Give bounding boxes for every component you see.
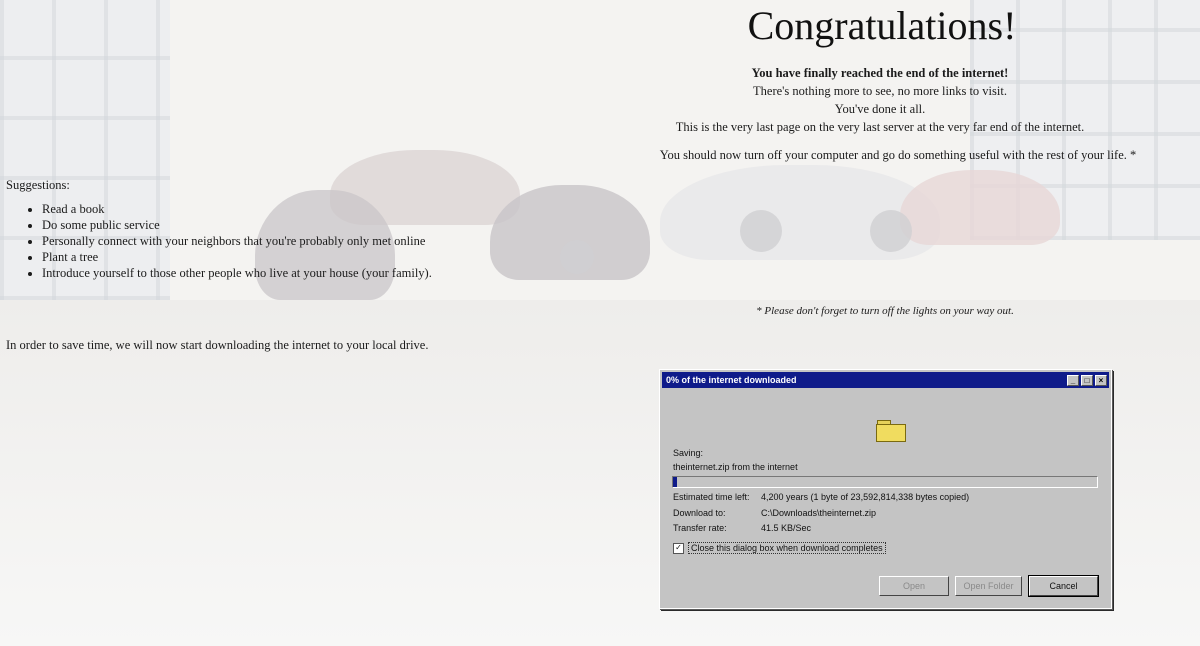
dialog-titlebar[interactable]: 0% of the internet downloaded _ □ × (662, 372, 1109, 388)
suggestions-label: Suggestions: (6, 178, 70, 192)
progress-fill (673, 477, 678, 487)
suggestions-section: Suggestions: Read a book Do some public … (6, 177, 432, 281)
intro-line-2: There's nothing more to see, no more lin… (753, 84, 1007, 98)
folder-icon (876, 420, 906, 442)
list-item: Personally connect with your neighbors t… (42, 233, 432, 249)
open-folder-button[interactable]: Open Folder (955, 576, 1022, 596)
close-button[interactable]: × (1095, 374, 1107, 386)
footnote: * Please don't forget to turn off the li… (756, 305, 1014, 317)
dialog-title: 0% of the internet downloaded (666, 375, 797, 385)
final-line: You should now turn off your computer an… (659, 148, 1137, 162)
progress-bar (672, 476, 1098, 488)
list-item: Read a book (42, 201, 432, 217)
saving-label: Saving: (673, 448, 704, 458)
list-item: Introduce yourself to those other people… (42, 265, 432, 281)
transfer-rate-value: 41.5 KB/Sec (761, 523, 812, 533)
download-to-label: Download to: (673, 508, 726, 518)
suggestions-list: Read a book Do some public service Perso… (6, 201, 432, 281)
saving-value: theinternet.zip from the internet (673, 462, 798, 472)
close-when-done-checkbox[interactable]: ✓ Close this dialog box when download co… (673, 542, 886, 554)
transfer-rate-row: Transfer rate: 41.5 KB/Sec (673, 523, 811, 533)
download-text: In order to save time, we will now start… (6, 338, 429, 352)
maximize-button[interactable]: □ (1081, 374, 1093, 386)
page-title: Congratulations! (747, 3, 1017, 48)
list-item: Do some public service (42, 217, 432, 233)
open-button[interactable]: Open (879, 576, 949, 596)
intro-line-1: You have finally reached the end of the … (751, 66, 1009, 80)
download-to-value: C:\Downloads\theinternet.zip (761, 508, 877, 518)
intro-line-4: This is the very last page on the very l… (675, 120, 1085, 134)
download-to-row: Download to: C:\Downloads\theinternet.zi… (673, 508, 876, 518)
estimated-time-value: 4,200 years (1 byte of 23,592,814,338 by… (761, 492, 970, 502)
intro-line-3: You've done it all. (834, 102, 926, 116)
minimize-button[interactable]: _ (1067, 374, 1079, 386)
cancel-button[interactable]: Cancel (1029, 576, 1098, 596)
checkbox-box[interactable]: ✓ (673, 542, 684, 554)
estimated-time-label: Estimated time left: (673, 492, 750, 502)
checkbox-label: Close this dialog box when download comp… (688, 542, 886, 554)
list-item: Plant a tree (42, 249, 432, 265)
intro-text: You have finally reached the end of the … (600, 64, 1160, 136)
transfer-rate-label: Transfer rate: (673, 523, 727, 533)
estimated-time-row: Estimated time left: 4,200 years (1 byte… (673, 492, 969, 502)
download-dialog: 0% of the internet downloaded _ □ × Savi… (659, 369, 1112, 609)
